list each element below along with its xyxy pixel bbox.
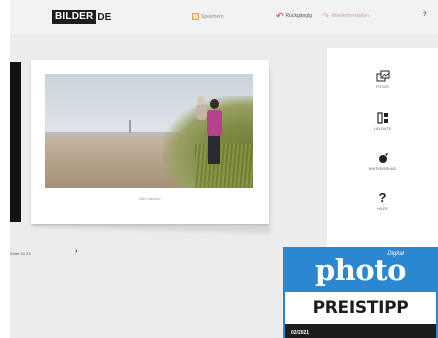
tool-background[interactable]: HINTERGRUND [327, 152, 438, 171]
photo-grass [195, 144, 253, 188]
redo-icon: ↷ [322, 10, 330, 21]
photos-icon [376, 70, 389, 82]
badge-magazine-name: photo [315, 253, 406, 287]
tool-layouts[interactable]: LAYOUTS [327, 112, 438, 131]
magazine-award-badge: photo Digital PREISTIPP 02/2021 [283, 247, 438, 338]
tool-fotos[interactable]: FOTOS [327, 70, 438, 89]
undo-label: Rückgängig [285, 13, 312, 19]
save-label: Speichern [201, 13, 224, 20]
badge-digital-label: Digital [387, 251, 404, 257]
tool-layouts-label: LAYOUTS [373, 127, 392, 131]
redo-button[interactable]: ↷ Wiederherstellen [322, 10, 370, 21]
page-range-label: Seite 22-23 [10, 251, 31, 256]
badge-issue-date: 02/2021 [291, 330, 310, 336]
tool-fotos-label: FOTOS [376, 85, 389, 89]
photo-child-body [196, 104, 207, 120]
brand-logo[interactable]: BILDER DE [52, 10, 111, 24]
tool-background-label: HINTERGRUND [368, 167, 397, 171]
book-page[interactable]: Bier Kachler [31, 60, 269, 224]
background-drop-icon [378, 153, 388, 163]
save-icon [192, 13, 199, 20]
logo-mark: BILDER [52, 10, 97, 24]
previous-page-edge[interactable] [10, 62, 21, 222]
undo-button[interactable]: ↶ Rückgängig [276, 10, 312, 21]
photo-person-head [210, 99, 219, 109]
page-photo[interactable] [45, 74, 253, 188]
badge-award-title: PREISTIPP [312, 298, 409, 318]
photo-child-head [197, 96, 205, 105]
photo-person-legs [208, 134, 220, 164]
photo-caption[interactable]: Bier Kachler [31, 196, 269, 201]
tool-help[interactable]: ? HILFE [327, 190, 438, 211]
logo-domain: DE [97, 11, 112, 23]
undo-icon: ↶ [276, 10, 284, 21]
photo-lighthouse [129, 120, 131, 133]
save-button[interactable]: Speichern [192, 13, 224, 20]
layouts-icon [376, 112, 388, 124]
help-icon: ? [378, 190, 387, 205]
redo-label: Wiederherstellen [331, 13, 370, 19]
tool-help-label: HILFE [377, 207, 388, 211]
photo-person-body [207, 110, 222, 136]
next-page-button[interactable]: › [75, 248, 77, 255]
top-bar: BILDER DE Speichern ↶ Rückgängig ↷ Wiede… [10, 0, 438, 34]
header-help-button[interactable]: ? [423, 12, 427, 18]
